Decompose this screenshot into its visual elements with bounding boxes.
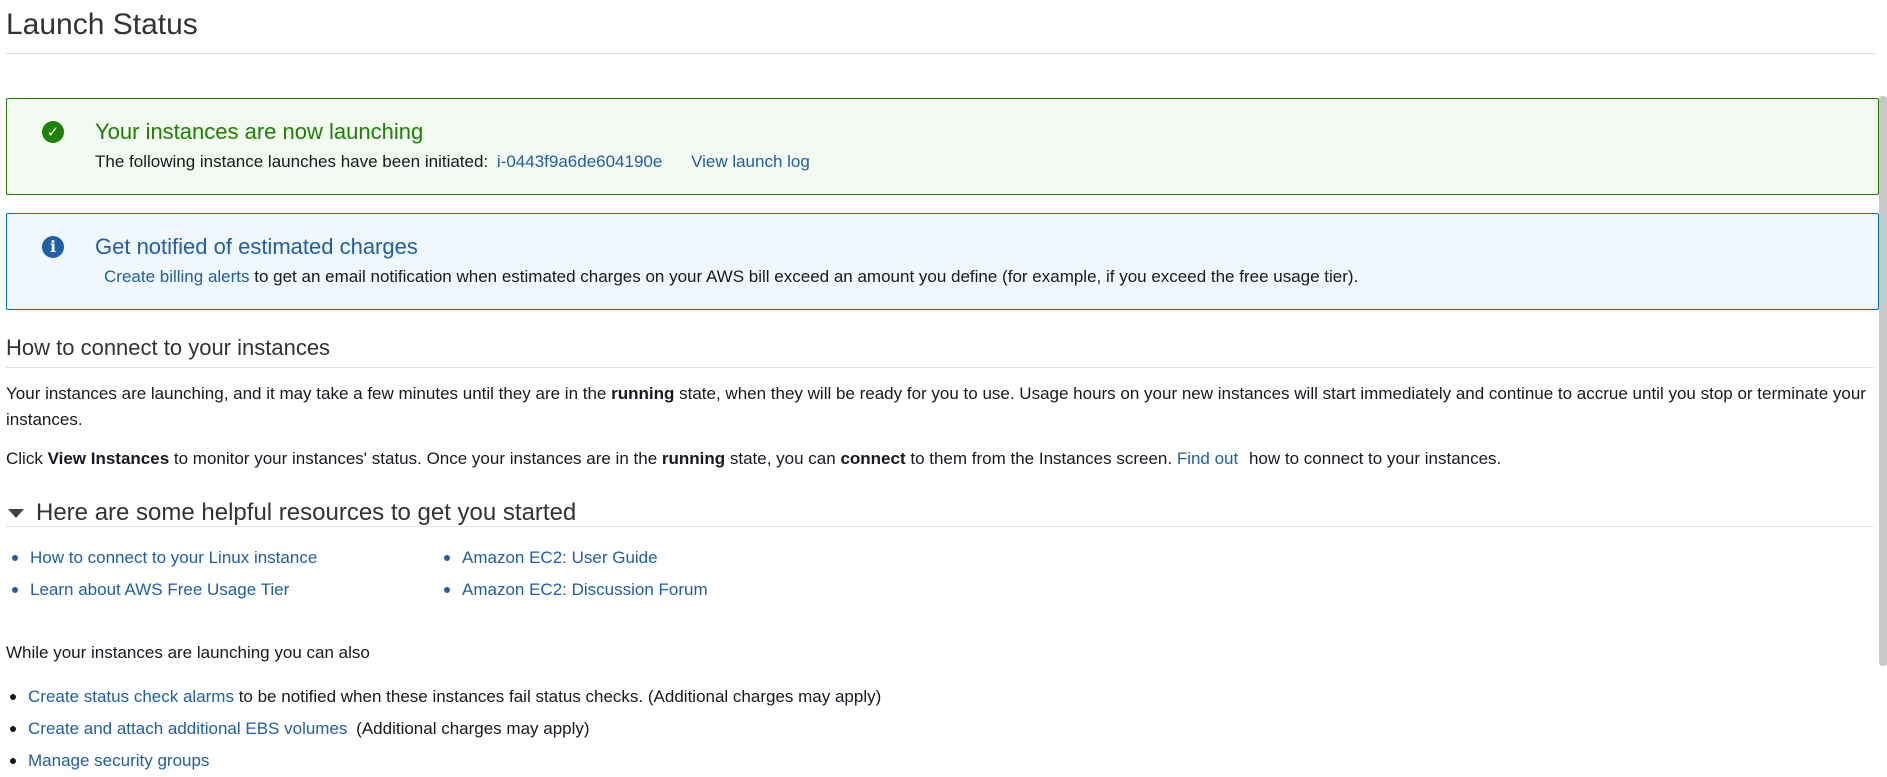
- list-item: Amazon EC2: Discussion Forum: [440, 574, 708, 606]
- para2-text-4: to them from the Instances screen.: [905, 449, 1177, 468]
- launch-success-alert: ✓ Your instances are now launching The f…: [6, 98, 1879, 195]
- page-title: Launch Status: [6, 8, 198, 41]
- info-body: Create billing alerts to get an email no…: [104, 267, 1358, 287]
- also-item-text: to be notified when these instances fail…: [238, 687, 882, 706]
- caret-down-icon: [8, 508, 24, 518]
- check-circle-icon: ✓: [42, 121, 64, 143]
- para2-text-5: how to connect to your instances.: [1244, 449, 1502, 468]
- view-launch-log-link[interactable]: View launch log: [691, 152, 810, 171]
- connect-paragraph-2: Click View Instances to monitor your ins…: [6, 446, 1876, 472]
- manage-security-groups-link[interactable]: Manage security groups: [28, 751, 209, 770]
- find-out-link[interactable]: Find out: [1177, 449, 1238, 468]
- resource-link-user-guide[interactable]: Amazon EC2: User Guide: [462, 548, 658, 567]
- list-item: Create and attach additional EBS volumes…: [6, 713, 881, 745]
- para2-text-1: Click: [6, 449, 48, 468]
- also-item-text: (Additional charges may apply): [356, 719, 590, 738]
- also-list: Create status check alarms to be notifie…: [6, 681, 881, 777]
- connect-paragraph-1: Your instances are launching, and it may…: [6, 381, 1876, 433]
- info-circle-icon: i: [42, 236, 64, 258]
- para2-text-3: state, you can: [725, 449, 841, 468]
- list-item: Create status check alarms to be notifie…: [6, 681, 881, 713]
- resources-title: Here are some helpful resources to get y…: [36, 499, 577, 526]
- success-heading: Your instances are now launching: [95, 119, 424, 144]
- list-item: Learn about AWS Free Usage Tier: [8, 574, 317, 606]
- success-body: The following instance launches have bee…: [95, 152, 810, 172]
- connect-divider: [6, 367, 1875, 368]
- para2-text-2: to monitor your instances' status. Once …: [169, 449, 662, 468]
- create-ebs-volumes-link[interactable]: Create and attach additional EBS volumes: [28, 719, 347, 738]
- info-heading: Get notified of estimated charges: [95, 234, 418, 259]
- resource-link-free-tier[interactable]: Learn about AWS Free Usage Tier: [30, 580, 289, 599]
- resource-link-forum[interactable]: Amazon EC2: Discussion Forum: [462, 580, 708, 599]
- also-title: While your instances are launching you c…: [6, 643, 370, 662]
- para2-bold-running: running: [661, 449, 726, 468]
- para1-text-a: Your instances are launching, and it may…: [6, 384, 612, 403]
- create-billing-alerts-link[interactable]: Create billing alerts: [104, 267, 250, 286]
- create-status-alarms-link[interactable]: Create status check alarms: [28, 687, 234, 706]
- resources-left-list: How to connect to your Linux instance Le…: [8, 542, 317, 606]
- resources-right-list: Amazon EC2: User Guide Amazon EC2: Discu…: [440, 542, 708, 606]
- resources-toggle[interactable]: Here are some helpful resources to get y…: [8, 499, 576, 527]
- success-body-text: The following instance launches have bee…: [95, 152, 489, 171]
- title-divider: [6, 53, 1875, 54]
- para2-bold-view-instances: View Instances: [47, 449, 170, 468]
- para1-bold: running: [611, 384, 675, 403]
- instance-id-link[interactable]: i-0443f9a6de604190e: [497, 152, 662, 171]
- list-item: How to connect to your Linux instance: [8, 542, 317, 574]
- info-body-text: to get an email notification when estima…: [254, 267, 1359, 286]
- resources-divider: [6, 526, 1875, 527]
- para2-bold-connect: connect: [840, 449, 906, 468]
- connect-section-title: How to connect to your instances: [6, 335, 331, 360]
- list-item: Manage security groups: [6, 745, 881, 777]
- list-item: Amazon EC2: User Guide: [440, 542, 708, 574]
- resource-link-linux-connect[interactable]: How to connect to your Linux instance: [30, 548, 317, 567]
- page-scrollbar[interactable]: [1879, 96, 1887, 666]
- billing-info-alert: i Get notified of estimated charges Crea…: [6, 213, 1879, 310]
